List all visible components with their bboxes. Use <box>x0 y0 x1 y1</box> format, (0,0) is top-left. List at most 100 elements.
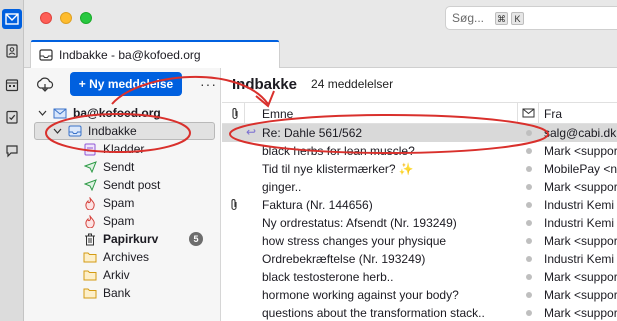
account-mail-icon <box>52 106 68 120</box>
folder-arkiv[interactable]: Arkiv <box>24 266 221 284</box>
message-subject: questions about the transformation stack… <box>262 306 485 320</box>
paperclip-icon <box>230 198 242 214</box>
table-row[interactable]: how stress changes your physique Mark <s… <box>222 232 617 250</box>
message-subject: black herbs for lean muscle? <box>262 144 415 158</box>
read-status-dot[interactable] <box>526 130 532 136</box>
sent-icon <box>82 160 98 174</box>
message-count: 24 meddelelser <box>311 77 394 91</box>
shortcut-key-k: K <box>511 11 525 25</box>
table-row[interactable]: Ordrebekræftelse (Nr. 193249) Industri K… <box>222 250 617 268</box>
spaces-toolbar <box>0 0 24 321</box>
message-from: salg@cabi.dk <box>544 126 617 140</box>
read-status-dot[interactable] <box>526 166 532 172</box>
table-row[interactable]: ginger.. Mark <suppor <box>222 178 617 196</box>
read-status-dot[interactable] <box>526 310 532 316</box>
table-row[interactable]: ↩ Re: Dahle 561/562 salg@cabi.dk <box>222 124 617 142</box>
table-row[interactable]: Tid til nye klistermærker? ✨ MobilePay <… <box>222 160 617 178</box>
folder-trash[interactable]: Papirkurv 5 <box>24 230 221 248</box>
tab-inbox[interactable]: Indbakke - ba@kofoed.org <box>30 40 280 68</box>
read-status-dot[interactable] <box>526 202 532 208</box>
message-subject: Ny ordrestatus: Afsendt (Nr. 193249) <box>262 216 457 230</box>
tab-title: Indbakke - ba@kofoed.org <box>59 47 201 62</box>
read-status-dot[interactable] <box>526 238 532 244</box>
folder-label: Sendt <box>103 160 135 174</box>
minimize-window-button[interactable] <box>60 12 72 24</box>
read-status-dot[interactable] <box>526 274 532 280</box>
title-bar: Søg... ⌘ K <box>24 0 617 38</box>
more-options-button[interactable]: ··· <box>200 76 217 92</box>
column-divider[interactable] <box>517 102 518 124</box>
message-from: Industri Kemi <box>544 198 615 212</box>
message-subject: black testosterone herb.. <box>262 270 394 284</box>
table-row[interactable]: black herbs for lean muscle? Mark <suppo… <box>222 142 617 160</box>
folder-label: Papirkurv <box>103 232 159 246</box>
replied-icon: ↩ <box>246 125 257 139</box>
message-from: MobilePay <no <box>544 162 617 176</box>
folder-pane: + Ny meddelelse ··· ba@kofoed.org Indbak… <box>24 68 221 321</box>
folder-label: Spam <box>103 196 135 210</box>
folder-title: Indbakke <box>232 75 298 93</box>
folder-label: Kladder <box>103 142 145 156</box>
mail-icon[interactable] <box>2 9 22 29</box>
column-divider[interactable] <box>244 102 245 124</box>
unread-count-badge: 5 <box>189 232 203 246</box>
close-window-button[interactable] <box>40 12 52 24</box>
message-from: Mark <suppor <box>544 288 617 302</box>
read-status-dot[interactable] <box>526 292 532 298</box>
shortcut-key-cmd: ⌘ <box>495 11 509 25</box>
folder-spam[interactable]: Spam <box>24 194 221 212</box>
folder-drafts[interactable]: Kladder <box>24 140 221 158</box>
table-row[interactable]: Faktura (Nr. 144656) Industri Kemi <box>222 196 617 214</box>
message-from: Mark <suppor <box>544 270 617 284</box>
from-column-header[interactable]: Fra <box>544 107 562 121</box>
chevron-down-icon[interactable] <box>53 128 62 134</box>
trash-icon <box>82 232 98 246</box>
inbox-tab-icon <box>39 48 53 61</box>
table-row[interactable]: questions about the transformation stack… <box>222 304 617 321</box>
folder-label: Sendt post <box>103 178 161 192</box>
folder-label: Spam <box>103 214 135 228</box>
folder-sent[interactable]: Sendt <box>24 158 221 176</box>
read-status-dot[interactable] <box>526 220 532 226</box>
read-status-dot[interactable] <box>526 148 532 154</box>
calendar-icon[interactable] <box>2 75 22 95</box>
message-from: Industri Kemi <box>544 252 615 266</box>
account-name: ba@kofoed.org <box>73 106 161 120</box>
folder-icon <box>82 250 98 264</box>
spam-icon <box>82 196 98 210</box>
chevron-down-icon[interactable] <box>38 110 47 116</box>
column-divider[interactable] <box>538 102 539 124</box>
address-book-icon[interactable] <box>2 41 22 61</box>
folder-inbox[interactable]: Indbakke <box>34 122 215 140</box>
message-from: Mark <suppor <box>544 180 617 194</box>
table-row[interactable]: black testosterone herb.. Mark <suppor <box>222 268 617 286</box>
folder-label: Arkiv <box>103 268 130 282</box>
table-row[interactable]: Ny ordrestatus: Afsendt (Nr. 193249) Ind… <box>222 214 617 232</box>
folder-bank[interactable]: Bank <box>24 284 221 302</box>
account-row[interactable]: ba@kofoed.org <box>24 104 221 122</box>
correspondent-column-icon[interactable] <box>522 107 535 122</box>
read-status-dot[interactable] <box>526 256 532 262</box>
subject-column-header[interactable]: Emne <box>262 107 293 121</box>
message-from: Mark <suppor <box>544 306 617 320</box>
folder-spam-2[interactable]: Spam <box>24 212 221 230</box>
message-subject: Tid til nye klistermærker? ✨ <box>262 162 414 176</box>
message-list: ↩ Re: Dahle 561/562 salg@cabi.dk black h… <box>222 124 617 321</box>
get-messages-icon[interactable] <box>36 77 54 93</box>
message-subject: how stress changes your physique <box>262 234 447 248</box>
folder-archives[interactable]: Archives <box>24 248 221 266</box>
tasks-icon[interactable] <box>2 107 22 127</box>
new-message-button[interactable]: + Ny meddelelse <box>70 72 182 96</box>
zoom-window-button[interactable] <box>80 12 92 24</box>
chat-icon[interactable] <box>2 141 22 161</box>
read-status-dot[interactable] <box>526 184 532 190</box>
folder-label: Archives <box>103 250 150 264</box>
folder-sent-post[interactable]: Sendt post <box>24 176 221 194</box>
message-from: Mark <suppor <box>544 144 617 158</box>
inbox-icon <box>67 124 83 138</box>
search-input[interactable]: Søg... ⌘ K <box>445 6 617 30</box>
drafts-icon <box>82 142 98 156</box>
attachment-column-icon[interactable] <box>231 107 239 123</box>
thread-pane: Indbakke 24 meddelelser Emne Fra ↩ Re: D… <box>222 68 617 321</box>
table-row[interactable]: hormone working against your body? Mark … <box>222 286 617 304</box>
